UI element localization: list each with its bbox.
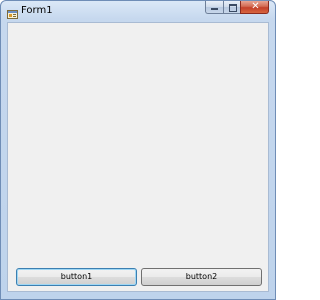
maximize-button[interactable] (223, 1, 240, 14)
window-title: Form1 (21, 5, 53, 16)
minimize-button[interactable] (205, 1, 223, 14)
button2[interactable]: button2 (141, 268, 262, 286)
form-client-area: button1 button2 (7, 22, 269, 292)
title-bar[interactable]: Form1 ✕ (1, 1, 275, 21)
maximize-icon (229, 4, 237, 12)
close-icon: ✕ (251, 1, 260, 12)
button1[interactable]: button1 (16, 268, 137, 286)
form1-window: Form1 ✕ button1 button2 (0, 0, 276, 300)
caption-buttons: ✕ (205, 1, 269, 15)
close-button[interactable]: ✕ (240, 1, 269, 14)
minimize-icon (211, 8, 218, 10)
form-app-icon[interactable] (7, 5, 18, 19)
